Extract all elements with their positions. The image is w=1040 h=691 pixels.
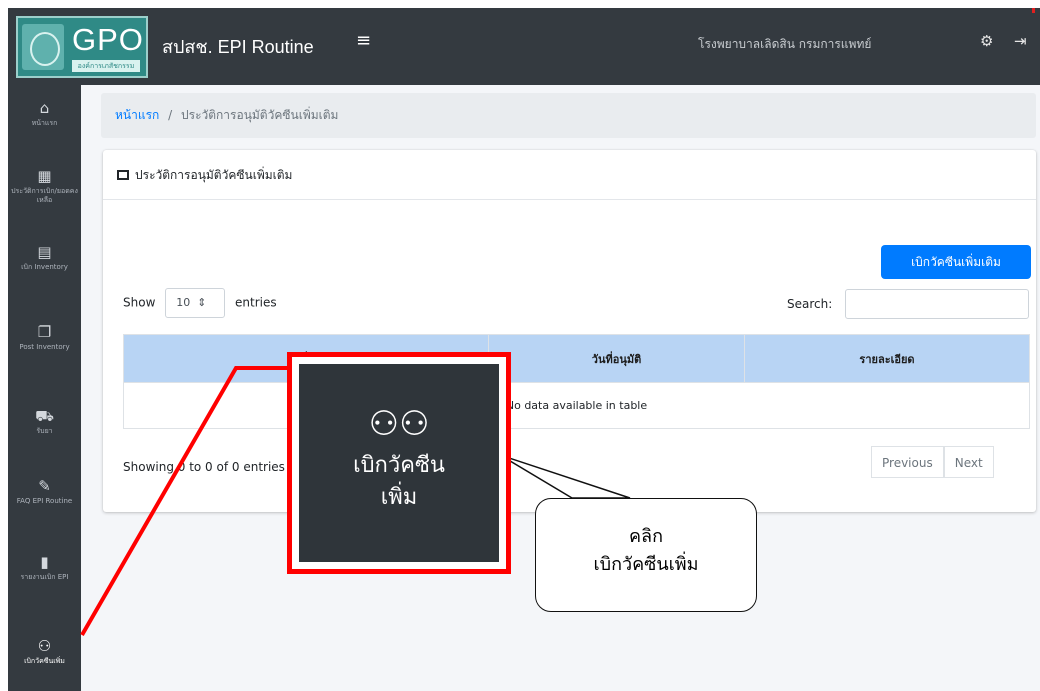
sidebar-item-inventory[interactable]: ▤ เบิก Inventory (8, 243, 81, 272)
zoom-highlight-frame: ⚇⚇ เบิกวัคซีน เพิ่ม (287, 352, 511, 574)
sidebar-item-post-inventory[interactable]: ❐ Post Inventory (8, 323, 81, 352)
search-input[interactable] (845, 289, 1029, 319)
sidebar-item-label: เบิกวัคซีนเพิ่ม (24, 657, 65, 665)
zoom-label-line1: เบิกวัคซีน (353, 453, 445, 478)
previous-button[interactable]: Previous (871, 446, 944, 478)
card-header: ประวัติการอนุมัติวัคซีนเพิ่มเติม (103, 150, 1036, 200)
logo-subtext: องค์การเภสัชกรรม (72, 60, 140, 72)
entries-select[interactable]: 10 ⇕ (165, 288, 226, 318)
table-icon (117, 170, 129, 180)
logout-icon[interactable]: ⇥ (1014, 32, 1027, 50)
empty-table-message: No data available in table (123, 382, 1030, 429)
sidebar-item-history[interactable]: ▦ ประวัติการเบิก/ยอดคงเหลือ (8, 167, 81, 205)
app-title: สปสช. EPI Routine (162, 37, 314, 57)
breadcrumb-separator: / (168, 108, 173, 122)
people-carry-icon: ⚇ (37, 637, 52, 655)
history-table: วันที่เบิก วันที่อนุมัติ รายละเอียด No d… (123, 334, 1030, 429)
sidebar-item-label: รับยา (36, 427, 53, 435)
zoomed-sidebar-item: ⚇⚇ เบิกวัคซีน เพิ่ม (299, 364, 499, 562)
callout-line1: คลิก (629, 526, 663, 547)
add-vaccine-button[interactable]: เบิกวัคซีนเพิ่มเติม (881, 245, 1031, 279)
column-header-details[interactable]: รายละเอียด (744, 334, 1030, 383)
user-name: โรงพยาบาลเลิดสิน กรมการแพทย์ (698, 37, 872, 51)
sidebar-item-label: ประวัติการเบิก/ยอดคงเหลือ (11, 187, 78, 204)
search-label: Search: (787, 297, 833, 311)
top-navbar: GPO องค์การเภสัชกรรม สปสช. EPI Routine ≡… (8, 8, 1040, 85)
notification-dot (1032, 8, 1035, 13)
app-frame: GPO องค์การเภสัชกรรม สปสช. EPI Routine ≡… (8, 8, 1040, 691)
table-header-row: วันที่เบิก วันที่อนุมัติ รายละเอียด (123, 334, 1030, 383)
sidebar-item-receive[interactable]: ⛟ รับยา (8, 407, 81, 436)
syringe-icon: ✎ (38, 477, 51, 495)
column-header-approve-date[interactable]: วันที่อนุมัติ (488, 334, 745, 383)
gpo-emblem-icon (22, 24, 64, 70)
sidebar: ⌂ หน้าแรก ▦ ประวัติการเบิก/ยอดคงเหลือ ▤ … (8, 85, 81, 691)
sidebar-item-label: เบิก Inventory (21, 263, 68, 271)
breadcrumb-home-link[interactable]: หน้าแรก (115, 108, 159, 122)
calendar-icon: ▦ (37, 167, 52, 185)
sidebar-item-label: หน้าแรก (31, 119, 58, 127)
sidebar-item-home[interactable]: ⌂ หน้าแรก (8, 99, 81, 128)
pagination: Previous Next (871, 446, 994, 478)
history-card: ประวัติการอนุมัติวัคซีนเพิ่มเติม เบิกวัค… (103, 150, 1036, 512)
copy-icon: ❐ (37, 323, 52, 341)
sidebar-item-label: รายงานเบิก EPI (20, 573, 69, 581)
gpo-logo[interactable]: GPO องค์การเภสัชกรรม (16, 16, 148, 78)
entries-length-control: Show 10 ⇕ entries (123, 288, 277, 318)
gear-icon[interactable]: ⚙ (980, 32, 993, 50)
table-row: No data available in table (123, 382, 1030, 429)
sidebar-item-label: FAQ EPI Routine (16, 497, 73, 505)
sidebar-item-report[interactable]: ▮ รายงานเบิก EPI (8, 553, 81, 582)
breadcrumb: หน้าแรก / ประวัติการอนุมัติวัคซีนเพิ่มเต… (101, 93, 1036, 138)
card-title: ประวัติการอนุมัติวัคซีนเพิ่มเติม (135, 168, 293, 182)
sidebar-item-extra-vaccine[interactable]: ⚇ เบิกวัคซีนเพิ่ม (8, 637, 81, 666)
next-button[interactable]: Next (943, 446, 994, 478)
show-label: Show (123, 295, 156, 310)
logo-text: GPO (72, 22, 144, 57)
entries-label: entries (235, 295, 277, 310)
inventory-icon: ▤ (37, 243, 52, 261)
sidebar-item-faq[interactable]: ✎ FAQ EPI Routine (8, 477, 81, 506)
entries-value: 10 (176, 296, 191, 309)
table-info: Showing 0 to 0 of 0 entries (123, 460, 285, 474)
breadcrumb-current: ประวัติการอนุมัติวัคซีนเพิ่มเติม (181, 108, 339, 122)
truck-icon: ⛟ (35, 407, 54, 425)
callout-line2: เบิกวัคซีนเพิ่ม (593, 554, 699, 575)
menu-toggle-icon[interactable]: ≡ (356, 30, 371, 51)
callout-box: คลิก เบิกวัคซีนเพิ่ม (535, 498, 757, 612)
people-carry-icon: ⚇⚇ (368, 404, 430, 444)
zoom-label-line2: เพิ่ม (380, 485, 418, 510)
file-icon: ▮ (40, 553, 49, 571)
home-icon: ⌂ (39, 99, 50, 117)
sidebar-item-label: Post Inventory (19, 343, 70, 351)
